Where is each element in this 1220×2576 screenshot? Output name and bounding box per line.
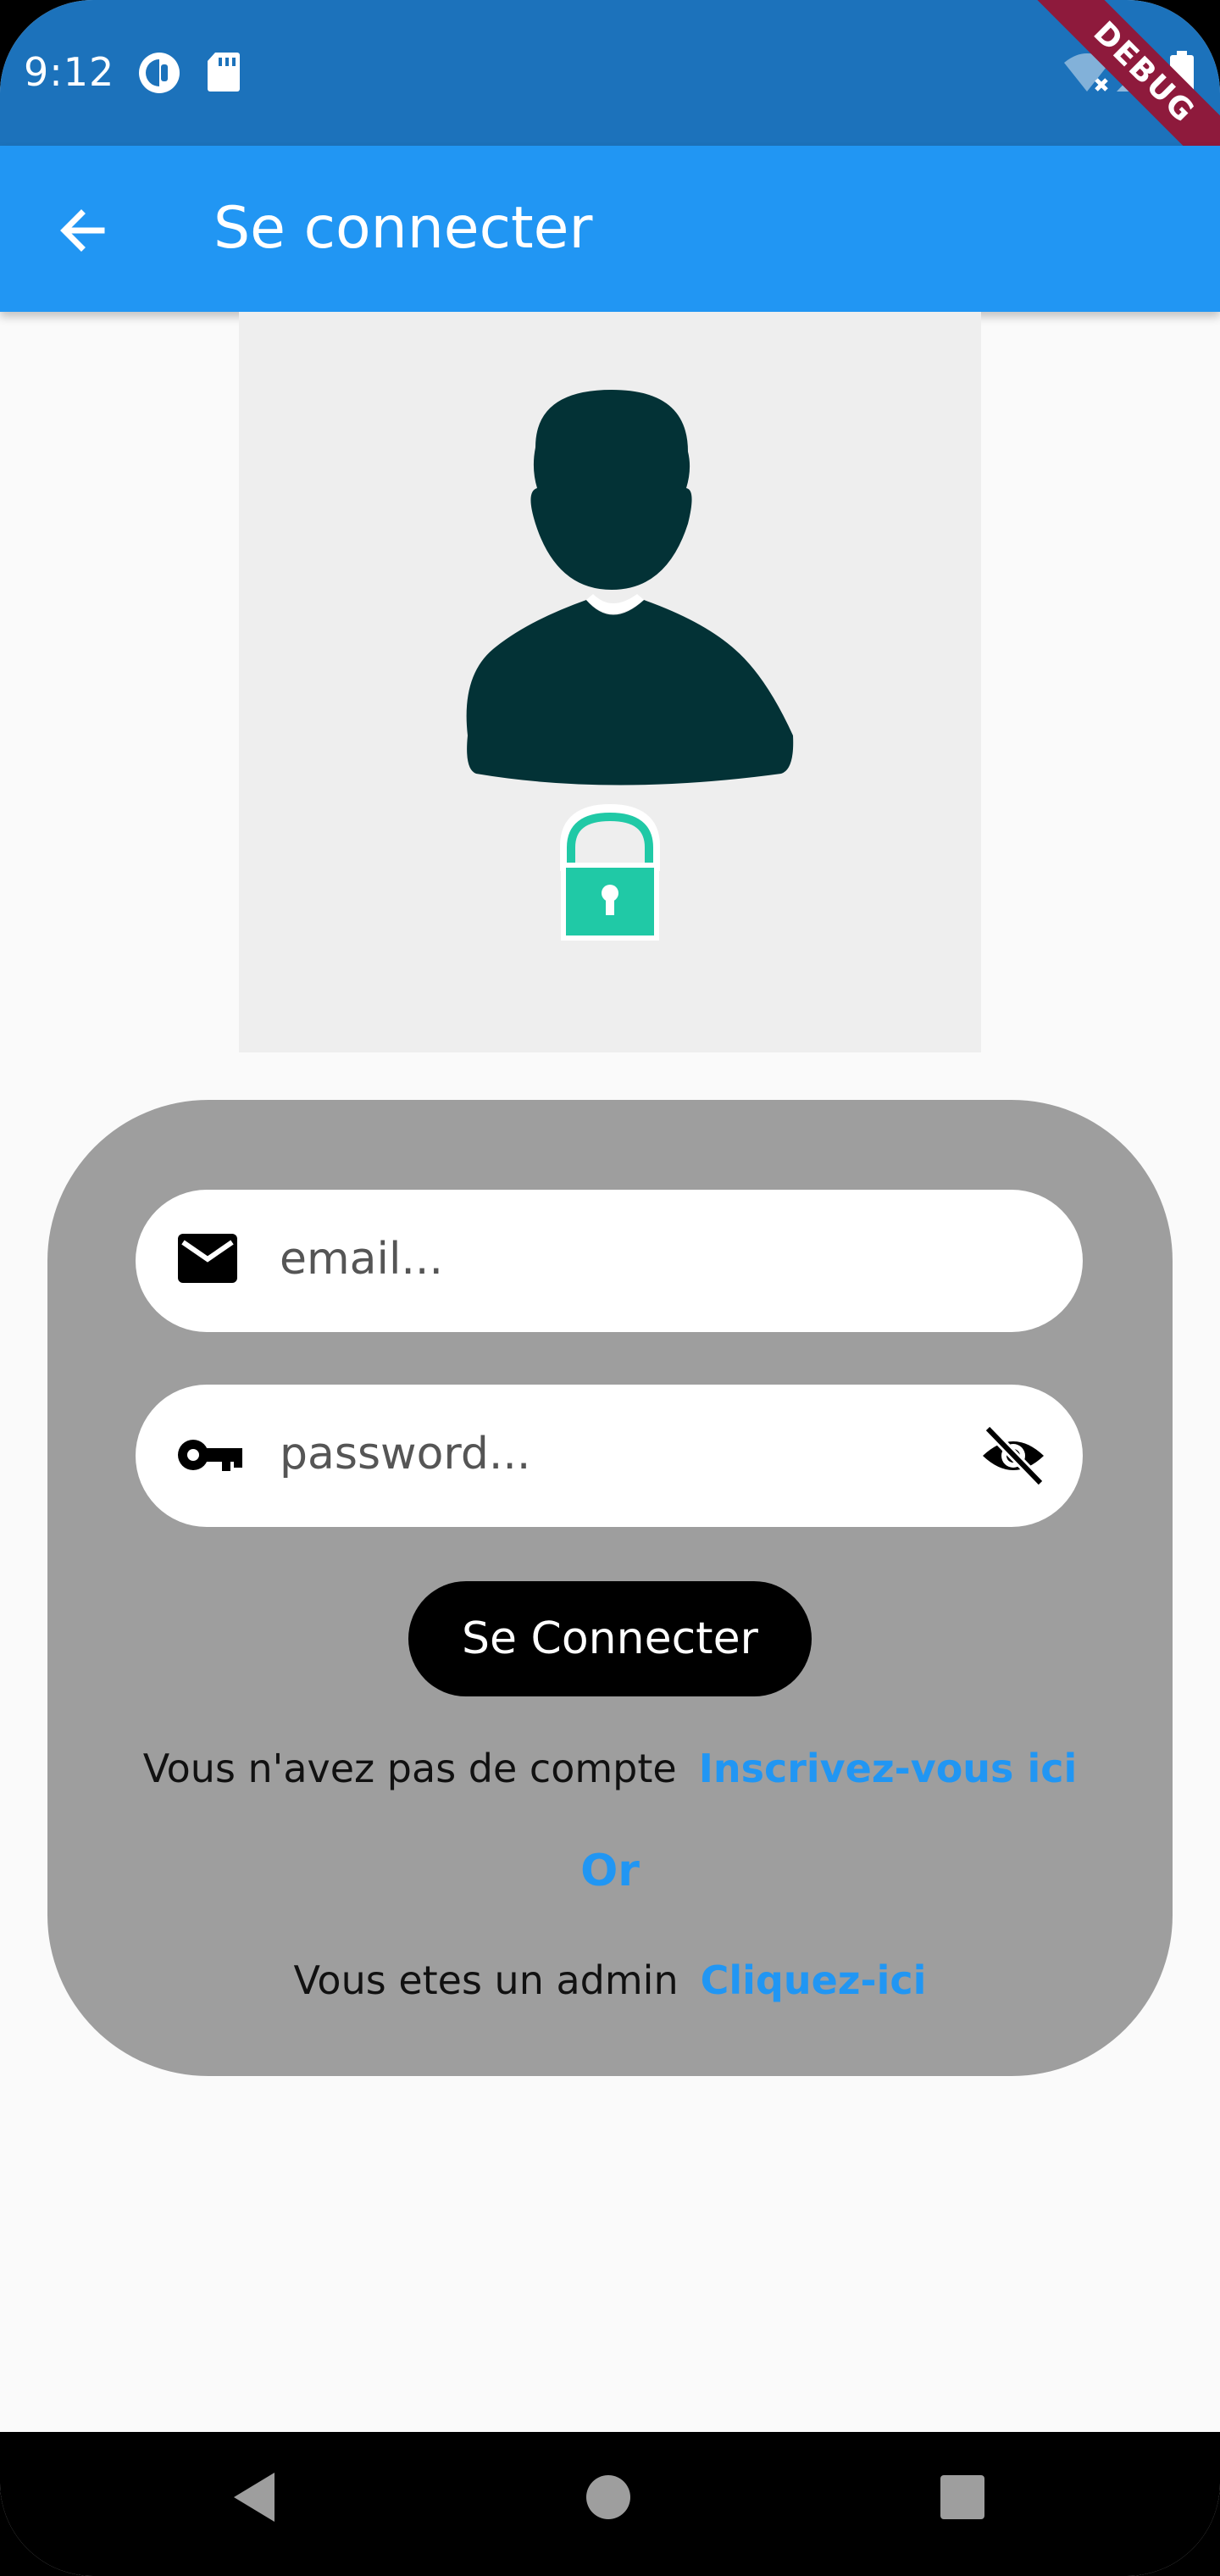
- recents-square-icon[interactable]: [937, 2468, 988, 2527]
- app-bar: Se connecter: [0, 146, 1220, 312]
- admin-row: Vous etes un admin Cliquez-ici: [47, 1957, 1173, 2003]
- home-circle-icon[interactable]: [583, 2468, 634, 2527]
- device-screen: 9:12 DEBUG Se connecter email... passwor…: [0, 0, 1220, 2576]
- avatar-image: [239, 312, 981, 1052]
- sd-card-icon: [208, 53, 240, 92]
- key-icon: [178, 1440, 242, 1471]
- email-placeholder: email...: [280, 1234, 443, 1285]
- back-triangle-icon[interactable]: [229, 2468, 280, 2527]
- arrow-back-icon[interactable]: [49, 197, 117, 264]
- signup-row: Vous n'avez pas de compte Inscrivez-vous …: [47, 1746, 1173, 1791]
- admin-prompt: Vous etes un admin: [293, 1957, 679, 2003]
- password-field[interactable]: password...: [136, 1385, 1083, 1527]
- vpn-icon: [139, 53, 180, 93]
- status-time: 9:12: [24, 49, 115, 95]
- system-nav-bar: [0, 2432, 1220, 2576]
- signup-link[interactable]: Inscrivez-vous ici: [699, 1746, 1078, 1791]
- user-lock-icon: [466, 390, 794, 941]
- signup-prompt: Vous n'avez pas de compte: [142, 1746, 677, 1791]
- login-card: email... password... Se Connecter Vous n…: [47, 1100, 1173, 2076]
- page-title: Se connecter: [214, 195, 593, 262]
- or-separator: Or: [580, 1846, 640, 1896]
- email-field[interactable]: email...: [136, 1190, 1083, 1332]
- status-bar: 9:12 DEBUG: [0, 0, 1220, 198]
- password-placeholder: password...: [280, 1429, 531, 1480]
- visibility-off-icon[interactable]: [979, 1422, 1047, 1490]
- login-button[interactable]: Se Connecter: [408, 1581, 812, 1696]
- mail-icon: [178, 1234, 237, 1283]
- admin-link[interactable]: Cliquez-ici: [701, 1957, 927, 2003]
